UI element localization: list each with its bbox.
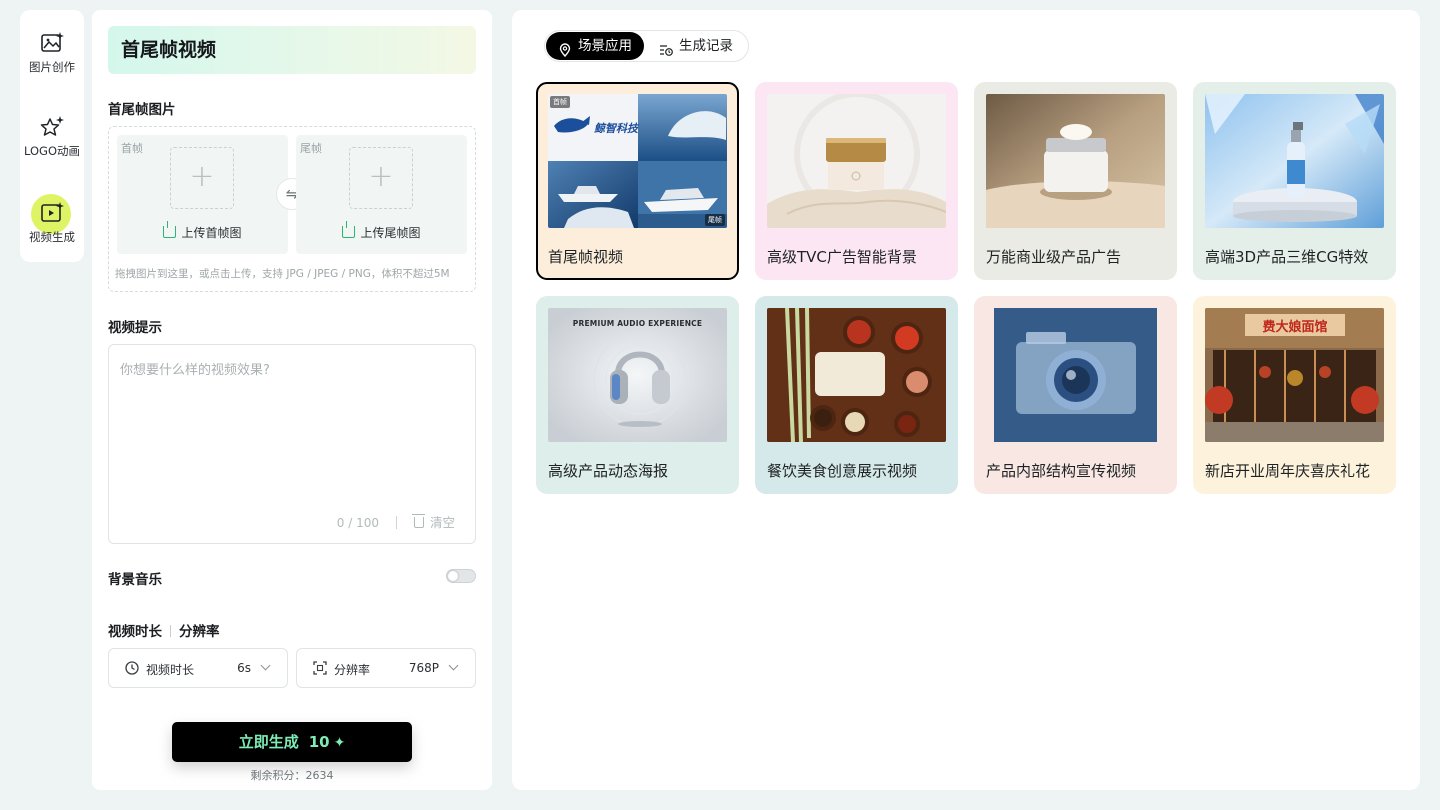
tab-bar: 场景应用 生成记录: [544, 30, 749, 62]
card-thumbnail: [767, 308, 946, 442]
shop-sign-text: 费大娘面馆: [1262, 320, 1328, 335]
poster-caption: PREMIUM AUDIO EXPERIENCE: [572, 319, 703, 328]
scene-card-food-showcase[interactable]: 餐饮美食创意展示视频: [755, 296, 958, 494]
upload-icon: [342, 221, 356, 238]
music-toggle[interactable]: [446, 569, 476, 583]
prompt-box: 0 / 100 清空: [108, 344, 476, 544]
left-rail: 图片创作 LOGO动画 视频生成: [20, 10, 84, 262]
video-sparkle-icon: [39, 200, 65, 226]
upload-first-frame-label: 上传首帧图: [181, 226, 242, 240]
last-frame-slot[interactable]: 尾帧 + 上传尾帧图: [296, 135, 467, 254]
image-sparkle-icon: [39, 30, 65, 56]
card-thumbnail: PREMIUM AUDIO EXPERIENCE: [548, 308, 727, 442]
history-list-icon: [659, 39, 673, 56]
sparkle-icon: ✦: [333, 735, 346, 751]
brand-logo-text: 鲸智科技: [594, 122, 638, 135]
clear-label: 清空: [429, 515, 455, 530]
location-pin-icon: [558, 39, 572, 58]
scene-card-store-opening[interactable]: 费大娘面馆 新店开业周年庆喜庆礼花: [1193, 296, 1396, 494]
rail-item-label: 图片创作: [29, 60, 75, 74]
chevron-down-icon: [260, 660, 271, 671]
card-title: 餐饮美食创意展示视频: [767, 462, 918, 480]
resolution-heading: 分辨率: [179, 624, 220, 640]
upload-first-frame-button[interactable]: 上传首帧图: [117, 221, 288, 241]
generate-cost: 10: [308, 733, 330, 751]
last-frame-badge: 尾帧: [705, 214, 725, 226]
tab-label: 场景应用: [578, 38, 632, 54]
card-title: 首尾帧视频: [548, 248, 624, 266]
duration-select-label: 视频时长: [146, 663, 195, 677]
card-thumbnail: [986, 308, 1165, 442]
images-section-label: 首尾帧图片: [108, 102, 176, 118]
tab-label: 生成记录: [679, 38, 733, 54]
card-title: 高级TVC广告智能背景: [767, 248, 917, 266]
scene-card-dynamic-poster[interactable]: PREMIUM AUDIO EXPERIENCE 高级产品动态海报: [536, 296, 739, 494]
plus-icon[interactable]: +: [349, 147, 413, 209]
first-frame-badge: 首帧: [550, 96, 570, 108]
page-title: 首尾帧视频: [108, 26, 476, 74]
card-thumbnail: 费大娘面馆: [1205, 308, 1384, 442]
generate-label: 立即生成: [238, 733, 299, 751]
trash-icon: [411, 514, 425, 528]
card-title: 万能商业级产品广告: [986, 248, 1122, 266]
rail-item-label: LOGO动画: [23, 144, 80, 158]
scene-gallery: 场景应用 生成记录 首帧 尾帧 鲸智科技 首尾帧视频 高级TVC广告智能背景 万…: [512, 10, 1420, 790]
card-thumbnail: [986, 94, 1165, 228]
generate-button[interactable]: 立即生成 10 ✦: [172, 722, 412, 762]
rail-item-label: 视频生成: [29, 230, 75, 244]
upload-last-frame-button[interactable]: 上传尾帧图: [296, 221, 467, 241]
upload-last-frame-label: 上传尾帧图: [360, 226, 421, 240]
duration-select[interactable]: 视频时长 6s: [108, 648, 288, 688]
resolution-select-value: 768P: [408, 661, 439, 675]
duration-select-value: 6s: [237, 661, 251, 675]
first-frame-tag: 首帧: [121, 142, 143, 155]
plus-icon[interactable]: +: [170, 147, 234, 209]
tab-scene-apps[interactable]: 场景应用: [546, 32, 644, 60]
star-sparkle-icon: [39, 114, 65, 140]
divider: [170, 625, 171, 637]
prompt-counter: 0 / 100: [336, 516, 379, 530]
first-frame-slot[interactable]: 首帧 + 上传首帧图: [117, 135, 288, 254]
rail-item-image-create[interactable]: 图片创作: [20, 30, 84, 90]
card-title: 新店开业周年庆喜庆礼花: [1205, 462, 1371, 480]
scene-card-3d-cg-effects[interactable]: 高端3D产品三维CG特效: [1193, 82, 1396, 280]
card-title: 高端3D产品三维CG特效: [1205, 248, 1369, 266]
duration-resolution-heading: 视频时长 分辨率: [108, 620, 220, 640]
card-title: 高级产品动态海报: [548, 462, 669, 480]
card-title: 产品内部结构宣传视频: [986, 462, 1137, 480]
scene-card-internal-structure[interactable]: 产品内部结构宣传视频: [974, 296, 1177, 494]
tab-history[interactable]: 生成记录: [647, 32, 745, 60]
clear-button[interactable]: 清空: [411, 512, 455, 531]
resolution-select[interactable]: 分辨率 768P: [296, 648, 476, 688]
remaining-points: 剩余积分：2634: [250, 769, 334, 782]
resolution-icon: [313, 661, 327, 675]
frame-upload-zone[interactable]: 首帧 + 上传首帧图 ⇋ 尾帧 + 上传尾帧图 拖拽图片到这里，或点击上传，支持…: [108, 126, 476, 292]
card-thumbnail: [1205, 94, 1384, 228]
card-thumbnail: 首帧 尾帧 鲸智科技: [548, 94, 727, 228]
clock-icon: [125, 661, 139, 675]
prompt-section-label: 视频提示: [108, 320, 162, 336]
scene-card-tvc-background[interactable]: 高级TVC广告智能背景: [755, 82, 958, 280]
prompt-input[interactable]: [120, 359, 464, 499]
form-panel: 首尾帧视频 首尾帧图片 首帧 + 上传首帧图 ⇋ 尾帧 + 上传尾帧图 拖拽图片…: [92, 10, 492, 790]
toggle-knob: [448, 571, 458, 581]
rail-item-logo-animation[interactable]: LOGO动画: [20, 114, 84, 174]
divider: [396, 516, 397, 529]
rail-item-video-generate[interactable]: 视频生成: [20, 194, 84, 260]
resolution-select-label: 分辨率: [334, 663, 371, 677]
duration-heading: 视频时长: [108, 624, 162, 640]
last-frame-tag: 尾帧: [300, 142, 322, 155]
scene-card-first-last-frame[interactable]: 首帧 尾帧 鲸智科技 首尾帧视频: [536, 82, 739, 280]
upload-hint: 拖拽图片到这里，或点击上传，支持 JPG / JPEG / PNG，体积不超过5…: [115, 268, 450, 280]
card-thumbnail: [767, 94, 946, 228]
scene-card-commercial-product-ad[interactable]: 万能商业级产品广告: [974, 82, 1177, 280]
chevron-down-icon: [448, 660, 459, 671]
upload-icon: [163, 221, 177, 238]
music-label: 背景音乐: [108, 572, 162, 588]
